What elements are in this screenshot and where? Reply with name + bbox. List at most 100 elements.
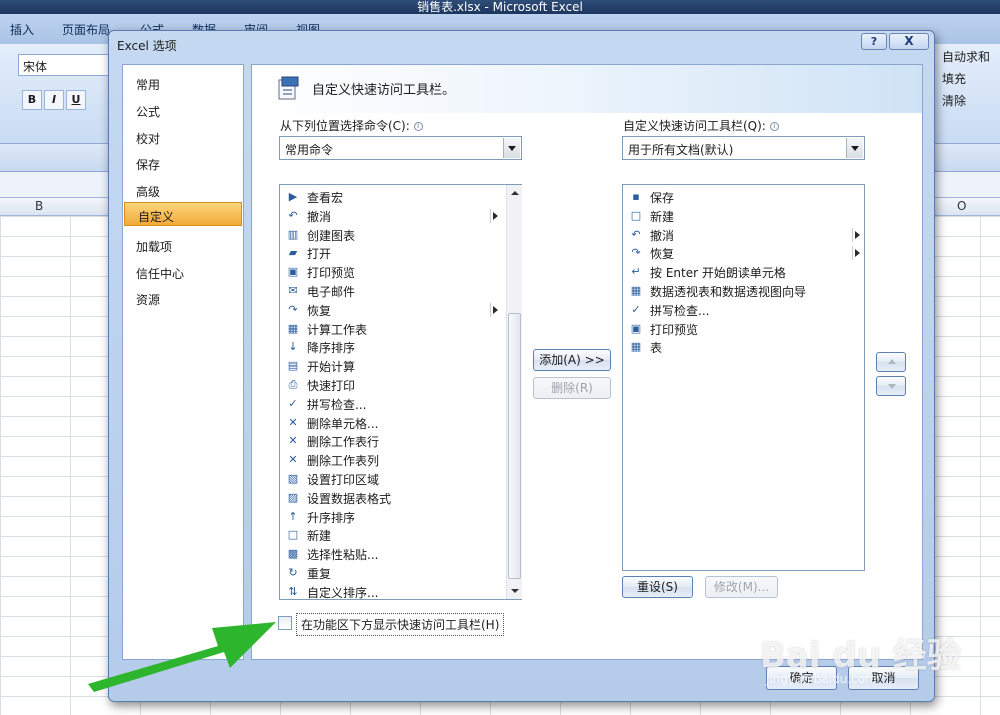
spell-check-icon: ✓: [288, 396, 298, 410]
command-source-select[interactable]: 常用命令: [279, 136, 522, 160]
speak-cells-icon: ↵: [631, 265, 641, 279]
save-icon: ▪: [632, 190, 640, 203]
nav-item-formulas[interactable]: 公式: [123, 98, 243, 122]
list-item-label: 恢复: [650, 247, 675, 262]
tab-insert[interactable]: 插入: [10, 21, 34, 38]
list-item-label: 撤消: [650, 228, 675, 243]
scrollbar-thumb[interactable]: [508, 313, 521, 579]
list-item-label: 打印预览: [307, 266, 356, 281]
list-item-label: 按 Enter 开始朗读单元格: [650, 266, 786, 281]
baidu-watermark: Bai du 经验: [760, 636, 961, 676]
nav-item-trust-center[interactable]: 信任中心: [123, 260, 243, 284]
undo-icon: ↶: [288, 208, 298, 222]
move-down-button[interactable]: [876, 376, 906, 396]
email-icon: ✉: [288, 284, 298, 297]
delete-cells-icon: ✕: [288, 415, 298, 429]
list-item-label: 创建图表: [307, 228, 356, 243]
list-item-label: 删除工作表列: [307, 454, 380, 469]
nav-item-popular[interactable]: 常用: [123, 71, 243, 95]
printer-icon: ⎙: [288, 378, 298, 391]
list-item-label: 删除单元格...: [307, 416, 379, 431]
show-below-ribbon-label[interactable]: 在功能区下方显示快速访问工具栏(H): [296, 613, 505, 636]
list-item-label: 撤消: [307, 209, 332, 224]
nav-item-customize[interactable]: 自定义: [124, 202, 242, 226]
toolbar-commands-list[interactable]: ▪ 保存 □ 新建 ↶ 撤消 ↷ 恢复 ↵ 按 Enter 开始朗读单元格 ▦ 数据透视表和数据透视图…: [622, 184, 865, 571]
nav-item-save[interactable]: 保存: [123, 151, 243, 175]
fill-command[interactable]: 填充: [942, 70, 966, 87]
list-item-label: 打开: [307, 247, 332, 262]
show-below-ribbon-checkbox[interactable]: [278, 616, 292, 630]
close-button[interactable]: X: [889, 33, 929, 50]
font-name-box[interactable]: 宋体: [18, 54, 114, 76]
new-document-icon: □: [630, 208, 642, 222]
list-item-label: 查看宏: [307, 191, 344, 205]
nav-item-addins[interactable]: 加载项: [123, 233, 243, 257]
list-item-label: 恢复: [307, 303, 332, 318]
chart-icon: ▥: [287, 227, 299, 241]
list-item-label: 拼写检查...: [650, 303, 710, 318]
remove-button[interactable]: 删除(R): [533, 377, 611, 399]
command-source-value: 常用命令: [285, 143, 334, 157]
list-item-label: 表: [650, 341, 663, 356]
list-item-label: 打印预览: [650, 322, 699, 337]
choose-commands-label: 从下列位置选择命令(C): i: [280, 117, 423, 134]
excel-titlebar: 销售表.xlsx - Microsoft Excel: [0, 0, 1000, 14]
undo-icon: ↶: [631, 227, 641, 241]
reset-button[interactable]: 重设(S): [622, 576, 693, 598]
help-button[interactable]: ?: [861, 33, 887, 50]
window-title: 销售表.xlsx - Microsoft Excel: [417, 0, 583, 14]
nav-item-proofing[interactable]: 校对: [123, 125, 243, 149]
customize-toolbar-label: 自定义快速访问工具栏(Q): i: [623, 117, 779, 134]
nav-item-resources[interactable]: 资源: [123, 286, 243, 310]
repeat-icon: ↻: [288, 566, 298, 579]
new-document-icon: □: [287, 528, 299, 542]
redo-icon: ↷: [288, 302, 298, 316]
dialog-title: Excel 选项: [117, 39, 177, 53]
modify-button[interactable]: 修改(M)...: [705, 576, 778, 598]
list-item-label: 升序排序: [307, 510, 356, 525]
info-icon: i: [413, 122, 423, 131]
table-icon: ▦: [630, 340, 642, 354]
column-header-o[interactable]: O: [957, 199, 966, 213]
table-format-icon: ▨: [287, 490, 299, 504]
commands-scrollbar[interactable]: [506, 185, 522, 599]
clear-command[interactable]: 清除: [942, 92, 966, 109]
sort-desc-icon: ↓: [288, 340, 298, 354]
calculator-icon: ▦: [287, 321, 299, 335]
spell-check-icon: ✓: [631, 302, 641, 316]
list-item-label: 新建: [650, 209, 675, 224]
delete-rows-icon: ✕: [288, 434, 298, 448]
chevron-down-icon[interactable]: [503, 138, 520, 158]
autosum-command[interactable]: 自动求和: [942, 48, 990, 65]
play-icon: ▶: [288, 190, 298, 203]
folder-icon: ▰: [288, 246, 298, 260]
available-commands-list[interactable]: ▶ 查看宏 ↶ 撤消 ▥ 创建图表 ▰ 打开 ▣ 打印预览 ✉ 电子邮件 ↷ 恢复 ▦ 计算工作表 ↓ 降序排序 ▤…: [279, 184, 522, 600]
scroll-up-arrow-icon[interactable]: [507, 185, 523, 201]
move-up-button[interactable]: [876, 352, 906, 372]
list-item-label: 开始计算: [307, 360, 356, 375]
pivot-wizard-icon: ▦: [630, 284, 642, 297]
submenu-arrow-icon: [852, 246, 860, 261]
scroll-down-arrow-icon[interactable]: [507, 583, 523, 599]
list-item-label: 设置数据表格式: [307, 491, 392, 506]
list-item-label: 降序排序: [307, 341, 356, 356]
chevron-down-icon[interactable]: [846, 138, 863, 158]
tab-page-layout[interactable]: 页面布局: [62, 21, 110, 38]
list-item-label: 删除工作表行: [307, 435, 380, 450]
nav-item-advanced[interactable]: 高级: [123, 178, 243, 202]
print-preview-icon: ▣: [287, 265, 299, 279]
toolbar-scope-select[interactable]: 用于所有文档(默认): [622, 136, 865, 160]
list-item-label: 选择性粘贴...: [307, 548, 379, 563]
underline-button[interactable]: U: [66, 90, 86, 110]
calculate-icon: ▤: [287, 359, 299, 373]
sort-asc-icon: ↑: [288, 509, 298, 523]
submenu-arrow-icon: [490, 302, 498, 317]
list-item-label: 电子邮件: [307, 285, 356, 299]
add-button[interactable]: 添加(A) >>: [533, 349, 611, 371]
list-item-label: 计算工作表: [307, 322, 368, 337]
info-icon: i: [769, 122, 779, 131]
list-item-label: 设置打印区域: [307, 473, 380, 487]
bold-button[interactable]: B: [22, 90, 42, 110]
column-header-b[interactable]: B: [35, 199, 43, 213]
italic-button[interactable]: I: [44, 90, 64, 110]
